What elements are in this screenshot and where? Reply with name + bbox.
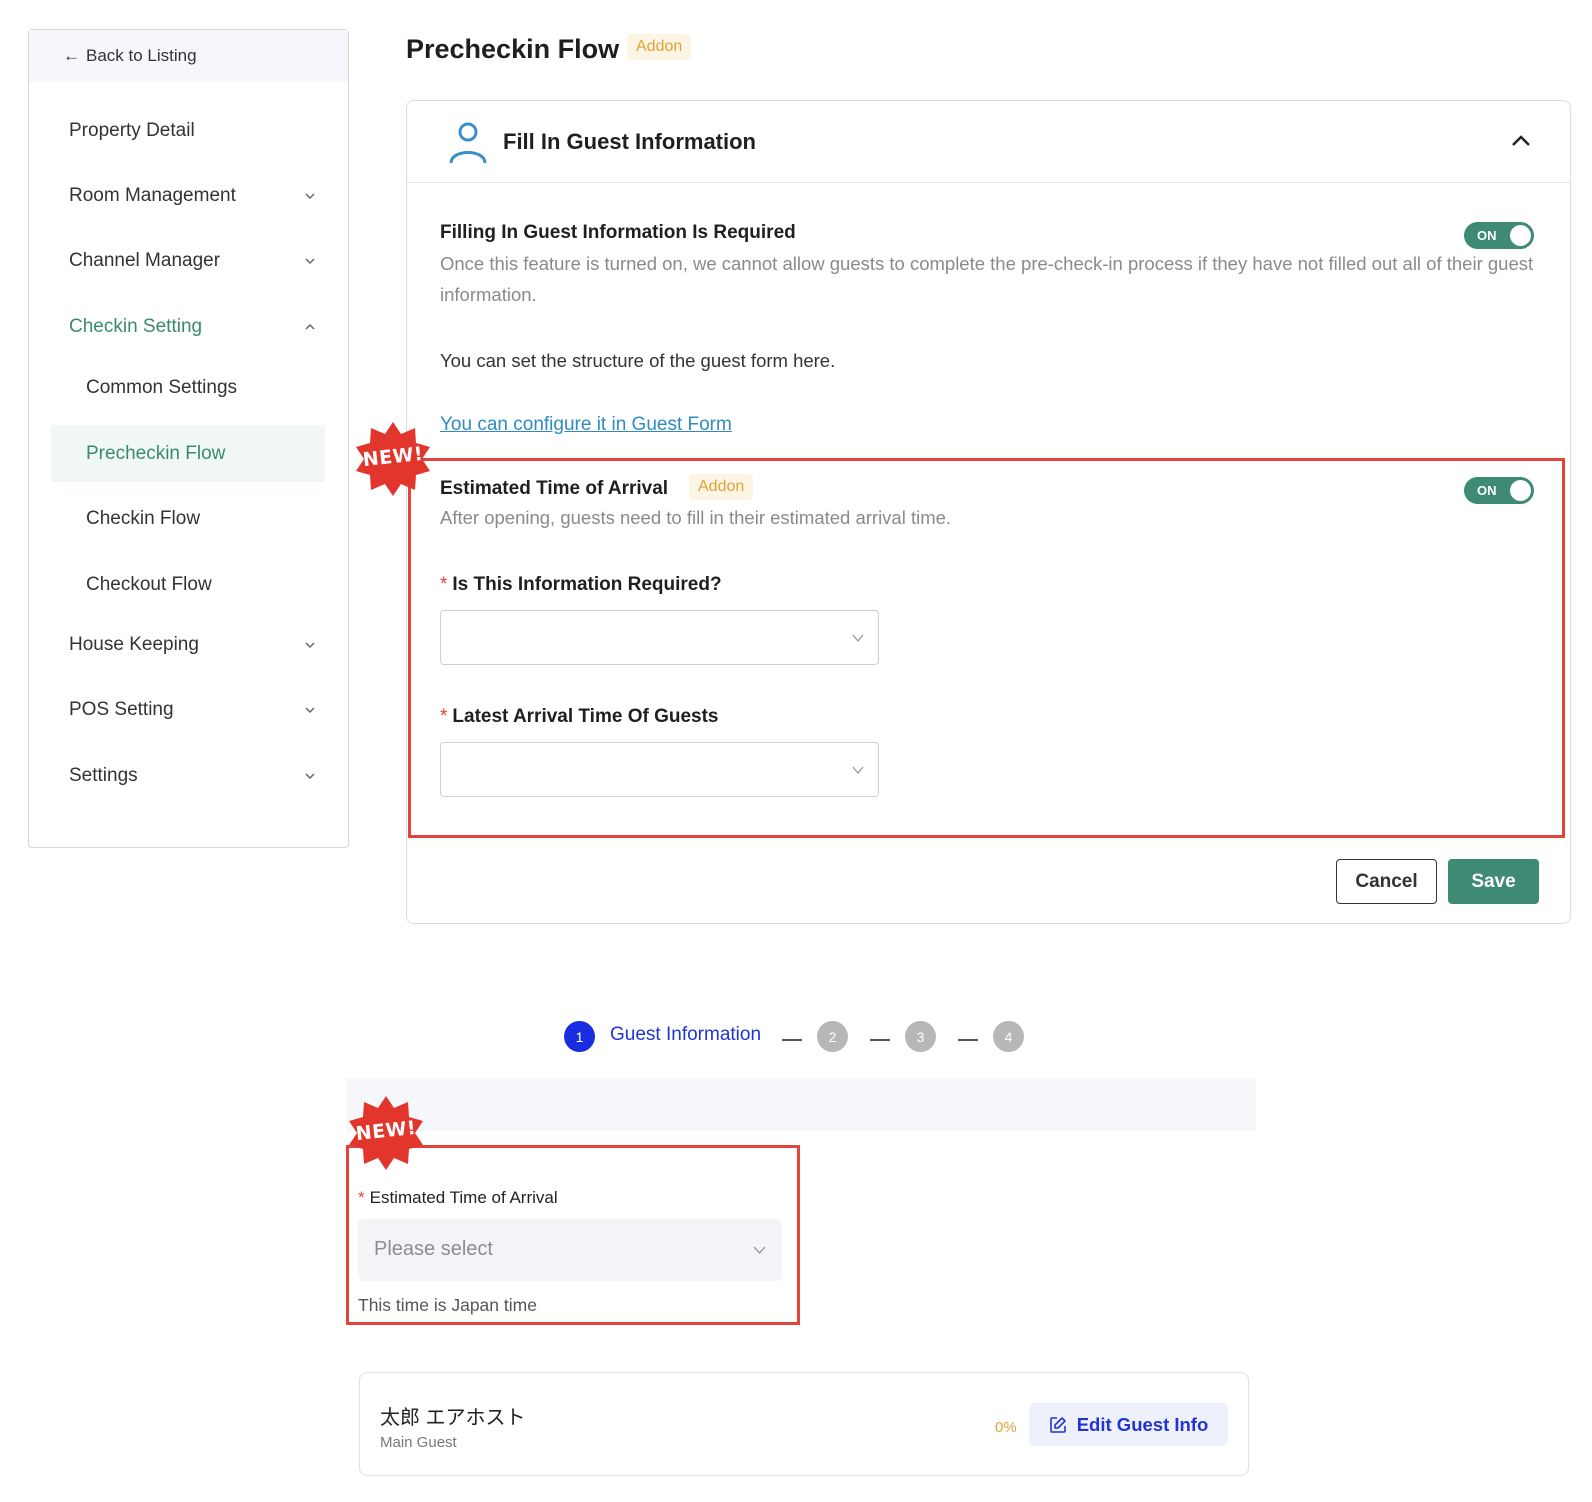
step-1-indicator: 1	[564, 1021, 595, 1052]
eta-toggle[interactable]: ON	[1464, 477, 1534, 504]
guest-form-link[interactable]: You can configure it in Guest Form	[440, 414, 732, 436]
new-badge: NEW!	[354, 420, 432, 498]
addon-badge: Addon	[627, 34, 692, 60]
card-header[interactable]: Fill In Guest Information	[407, 101, 1570, 183]
chevron-down-icon	[305, 642, 315, 649]
required-asterisk: *	[358, 1188, 365, 1207]
step-connector	[870, 1039, 890, 1041]
sidebar: ← Back to Listing Property Detail Room M…	[28, 29, 349, 848]
step-connector	[958, 1039, 978, 1041]
required-asterisk: *	[440, 574, 448, 595]
toggle-knob	[1510, 480, 1531, 501]
eta-select[interactable]: Please select	[358, 1219, 782, 1281]
step-2-indicator: 2	[817, 1021, 848, 1052]
save-button[interactable]: Save	[1448, 859, 1539, 904]
structure-note: You can set the structure of the guest f…	[440, 350, 836, 371]
cancel-button[interactable]: Cancel	[1336, 859, 1437, 904]
back-to-listing-link[interactable]: ← Back to Listing	[29, 30, 348, 82]
addon-badge: Addon	[689, 474, 754, 500]
chevron-up-icon[interactable]	[1510, 131, 1532, 149]
eta-select-placeholder: Please select	[374, 1238, 493, 1260]
eta-description: After opening, guests need to fill in th…	[440, 507, 952, 528]
required-field-label: * Is This Information Required?	[440, 574, 722, 595]
sidebar-item-house-keeping[interactable]: House Keeping	[29, 627, 348, 663]
new-badge: NEW!	[347, 1094, 425, 1172]
latest-arrival-field-label: * Latest Arrival Time Of Guests	[440, 706, 719, 727]
sidebar-item-pos-setting[interactable]: POS Setting	[29, 692, 348, 728]
timezone-note: This time is Japan time	[358, 1295, 537, 1315]
step-3-indicator: 3	[905, 1021, 936, 1052]
sidebar-item-settings[interactable]: Settings	[29, 758, 348, 794]
latest-arrival-select[interactable]	[440, 742, 879, 797]
chevron-down-icon	[305, 773, 315, 780]
chevron-down-icon	[305, 258, 315, 265]
sidebar-item-channel-manager[interactable]: Channel Manager	[29, 243, 348, 279]
guest-progress: 0%	[995, 1419, 1017, 1436]
step-1-label: Guest Information	[610, 1024, 762, 1045]
eta-field-label: * Estimated Time of Arrival	[358, 1188, 558, 1207]
card-title: Fill In Guest Information	[503, 129, 756, 154]
required-asterisk: *	[440, 706, 448, 727]
step-connector	[782, 1039, 802, 1041]
page-title: Precheckin Flow	[406, 34, 620, 64]
guest-name: 太郎 エアホスト	[380, 1407, 526, 1429]
sidebar-item-checkout-flow[interactable]: Checkout Flow	[29, 567, 348, 603]
sidebar-item-checkin-flow[interactable]: Checkin Flow	[29, 501, 348, 537]
sidebar-item-common-settings[interactable]: Common Settings	[29, 370, 348, 406]
edit-guest-info-button[interactable]: Edit Guest Info	[1029, 1403, 1228, 1446]
edit-icon	[1049, 1416, 1066, 1433]
guest-card: 太郎 エアホスト Main Guest 0% Edit Guest Info	[359, 1372, 1249, 1476]
required-section-title: Filling In Guest Information Is Required	[440, 222, 796, 243]
required-description: Once this feature is turned on, we canno…	[440, 253, 1534, 305]
arrow-left-icon: ←	[63, 46, 80, 65]
sidebar-item-property-detail[interactable]: Property Detail	[29, 113, 348, 149]
chevron-down-icon	[305, 193, 315, 200]
preview-header-band	[346, 1078, 1256, 1131]
guest-role: Main Guest	[380, 1434, 457, 1451]
toggle-knob	[1510, 225, 1531, 246]
chevron-up-icon	[305, 323, 315, 330]
chevron-down-icon	[852, 766, 864, 775]
eta-section-title: Estimated Time of Arrival	[440, 478, 669, 499]
sidebar-item-checkin-setting[interactable]: Checkin Setting	[29, 309, 348, 345]
back-to-listing-label: Back to Listing	[86, 46, 197, 65]
information-required-select[interactable]	[440, 610, 879, 665]
user-icon	[449, 122, 487, 164]
sidebar-item-room-management[interactable]: Room Management	[29, 178, 348, 214]
chevron-down-icon	[305, 707, 315, 714]
sidebar-item-precheckin-flow[interactable]: Precheckin Flow	[51, 425, 325, 482]
chevron-down-icon	[852, 634, 864, 643]
step-4-indicator: 4	[993, 1021, 1024, 1052]
required-toggle[interactable]: ON	[1464, 222, 1534, 249]
chevron-down-icon	[753, 1246, 766, 1254]
